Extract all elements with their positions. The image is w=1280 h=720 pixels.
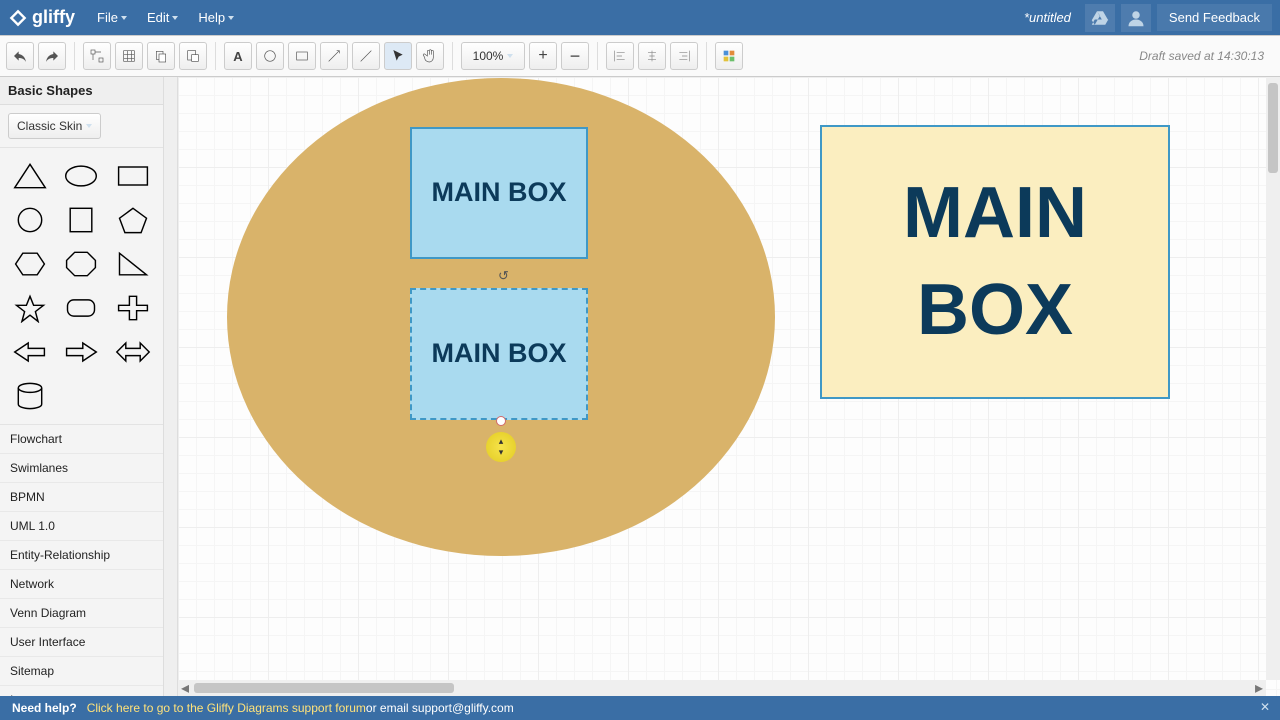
- app-header: gliffy File Edit Help *untitled Send Fee…: [0, 0, 1280, 35]
- menu-file[interactable]: File: [89, 6, 135, 29]
- cat-sitemap[interactable]: Sitemap: [0, 657, 163, 686]
- shape-arrow-both[interactable]: [111, 334, 155, 370]
- align-center-button[interactable]: [638, 42, 666, 70]
- ellipse-tool[interactable]: [256, 42, 284, 70]
- chevron-down-icon: [121, 16, 127, 20]
- zoom-select[interactable]: 100%: [461, 42, 525, 70]
- menu-edit[interactable]: Edit: [139, 6, 186, 29]
- skin-select[interactable]: Classic Skin: [8, 113, 101, 139]
- redo-button[interactable]: [38, 42, 66, 70]
- copy-button[interactable]: [147, 42, 175, 70]
- main-menu: File Edit Help: [89, 6, 242, 29]
- skin-label: Classic Skin: [17, 119, 82, 133]
- cursor-resize-indicator: [486, 432, 516, 462]
- shape-square[interactable]: [60, 202, 104, 238]
- chevron-down-icon: [507, 54, 513, 58]
- shape-main-box-2-selected[interactable]: MAIN BOX: [410, 288, 588, 420]
- cat-flowchart[interactable]: Flowchart: [0, 425, 163, 454]
- zoom-out-button[interactable]: −: [561, 42, 589, 70]
- resize-handle-bottom[interactable]: [496, 416, 506, 426]
- zoom-in-button[interactable]: +: [529, 42, 557, 70]
- cat-er[interactable]: Entity-Relationship: [0, 541, 163, 570]
- user-icon[interactable]: [1121, 4, 1151, 32]
- menu-edit-label: Edit: [147, 10, 169, 25]
- shape-sidebar: Basic Shapes Classic Skin: [0, 77, 164, 696]
- chevron-down-icon: [86, 124, 92, 128]
- undo-button[interactable]: [6, 42, 34, 70]
- close-icon[interactable]: ✕: [1256, 698, 1274, 716]
- category-list: Flowchart Swimlanes BPMN UML 1.0 Entity-…: [0, 425, 163, 696]
- line-tool[interactable]: [352, 42, 380, 70]
- document-title[interactable]: *untitled: [1024, 10, 1071, 25]
- menu-file-label: File: [97, 10, 118, 25]
- rotate-handle-icon[interactable]: [498, 267, 510, 279]
- canvas[interactable]: MAIN BOX MAIN BOX MAIN BOX ◂ ▸: [178, 77, 1280, 696]
- cat-uml[interactable]: UML 1.0: [0, 512, 163, 541]
- paste-button[interactable]: [179, 42, 207, 70]
- menu-help-label: Help: [198, 10, 225, 25]
- app-name: gliffy: [32, 7, 75, 28]
- help-banner: Need help? Click here to go to the Gliff…: [0, 696, 1280, 720]
- connector-tool[interactable]: [320, 42, 348, 70]
- panel-title-basic-shapes[interactable]: Basic Shapes: [0, 77, 163, 105]
- cat-venn[interactable]: Venn Diagram: [0, 599, 163, 628]
- shape-main-box-1[interactable]: MAIN BOX: [410, 127, 588, 259]
- grid-button[interactable]: [115, 42, 143, 70]
- shape-rounded-rect[interactable]: [60, 290, 104, 326]
- shape-hexagon[interactable]: [8, 246, 52, 282]
- logo-icon: [8, 8, 28, 28]
- cat-ui[interactable]: User Interface: [0, 628, 163, 657]
- shape-triangle[interactable]: [8, 158, 52, 194]
- shape-star[interactable]: [8, 290, 52, 326]
- align-right-button[interactable]: [670, 42, 698, 70]
- app-logo[interactable]: gliffy: [8, 7, 75, 28]
- send-feedback-button[interactable]: Send Feedback: [1157, 4, 1272, 31]
- canvas-vertical-scrollbar[interactable]: [1266, 77, 1280, 680]
- save-status: Draft saved at 14:30:13: [1139, 49, 1274, 63]
- pointer-tool[interactable]: [384, 42, 412, 70]
- pan-tool[interactable]: [416, 42, 444, 70]
- shape-arrow-right[interactable]: [60, 334, 104, 370]
- cat-network[interactable]: Network: [0, 570, 163, 599]
- shape-palette: [0, 148, 163, 425]
- text-tool[interactable]: A: [224, 42, 252, 70]
- scroll-right-icon[interactable]: ▸: [1252, 681, 1266, 695]
- drive-icon[interactable]: [1085, 4, 1115, 32]
- shape-octagon[interactable]: [60, 246, 104, 282]
- align-left-button[interactable]: [606, 42, 634, 70]
- sidebar-scrollbar[interactable]: [164, 77, 178, 696]
- menu-help[interactable]: Help: [190, 6, 242, 29]
- shape-pentagon[interactable]: [111, 202, 155, 238]
- shape-cylinder[interactable]: [8, 378, 52, 414]
- cat-images[interactable]: Images: [0, 686, 163, 696]
- shape-main-box-large[interactable]: MAIN BOX: [820, 125, 1170, 399]
- cat-swimlanes[interactable]: Swimlanes: [0, 454, 163, 483]
- shape-right-triangle[interactable]: [111, 246, 155, 282]
- snap-button[interactable]: [83, 42, 111, 70]
- theme-button[interactable]: [715, 42, 743, 70]
- chevron-down-icon: [228, 16, 234, 20]
- zoom-value: 100%: [473, 49, 504, 63]
- scroll-left-icon[interactable]: ◂: [178, 681, 192, 695]
- shape-circle[interactable]: [8, 202, 52, 238]
- header-right: *untitled Send Feedback: [1024, 4, 1272, 32]
- shape-rectangle[interactable]: [111, 158, 155, 194]
- toolbar: A 100% + − Draft saved at 14:30:13: [0, 35, 1280, 77]
- rect-tool[interactable]: [288, 42, 316, 70]
- help-prompt: Need help?: [12, 701, 77, 715]
- shape-ellipse[interactable]: [60, 158, 104, 194]
- canvas-horizontal-scrollbar[interactable]: ◂ ▸: [178, 680, 1266, 696]
- cat-bpmn[interactable]: BPMN: [0, 483, 163, 512]
- shape-arrow-left[interactable]: [8, 334, 52, 370]
- chevron-down-icon: [172, 16, 178, 20]
- support-forum-link[interactable]: Click here to go to the Gliffy Diagrams …: [87, 701, 366, 715]
- support-email-text: or email support@gliffy.com: [366, 701, 514, 715]
- shape-plus[interactable]: [111, 290, 155, 326]
